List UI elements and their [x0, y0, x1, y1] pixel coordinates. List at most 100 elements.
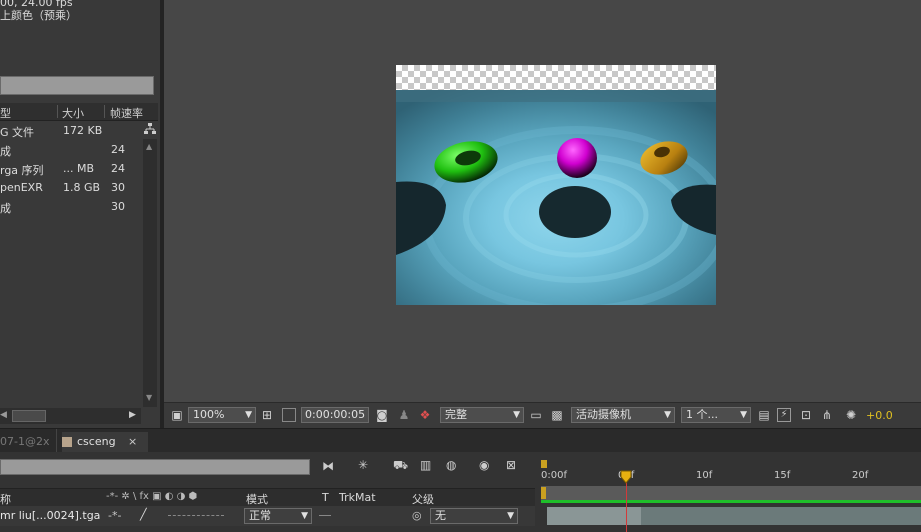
- motion-blur-icon[interactable]: ◍: [446, 458, 466, 474]
- layer-row[interactable]: mr liu[...0024].tga -*- ╱ 正常 ▼ ◎ 无 ▼: [0, 506, 535, 526]
- column-parent[interactable]: 父级: [412, 491, 434, 507]
- tab-previous-comp[interactable]: 07-1@2x: [0, 432, 49, 452]
- column-divider[interactable]: [57, 105, 58, 118]
- timeline-icon[interactable]: ⊡: [799, 408, 813, 422]
- project-info: 00, 24.00 fps 上颜色（预乘）: [0, 0, 77, 22]
- project-item[interactable]: penEXR 1.8 GB 30: [0, 178, 141, 197]
- brainstorm-icon[interactable]: ⊠: [506, 458, 526, 474]
- switch-placeholders[interactable]: [168, 515, 224, 517]
- item-type: 成: [0, 202, 11, 215]
- draft-3d-icon[interactable]: ✳: [358, 458, 378, 474]
- pickwhip-icon[interactable]: ◎: [412, 509, 422, 522]
- project-item[interactable]: 成 24: [0, 140, 141, 159]
- item-type: G 文件: [0, 126, 35, 139]
- comp-mini-flowchart-icon[interactable]: ⧓: [322, 459, 346, 475]
- scroll-thumb[interactable]: [12, 410, 46, 422]
- column-trkmat[interactable]: TrkMat: [339, 491, 376, 504]
- column-fps[interactable]: 帧速率: [110, 105, 143, 121]
- column-size[interactable]: 大小: [62, 105, 84, 121]
- column-mode[interactable]: 模式: [246, 491, 268, 507]
- views-dropdown[interactable]: 1 个... ▼: [681, 407, 751, 423]
- flowchart-icon[interactable]: ⋔: [820, 408, 834, 422]
- zoom-value: 100%: [193, 408, 225, 421]
- composition-frame[interactable]: [396, 65, 716, 305]
- cache-indicator: [541, 500, 921, 503]
- scroll-down-icon[interactable]: ▼: [146, 393, 152, 402]
- resolution-value: 完整: [445, 408, 467, 421]
- flowchart-icon[interactable]: [143, 122, 157, 136]
- item-fps: 24: [111, 162, 125, 175]
- layer-name[interactable]: mr liu[...0024].tga: [0, 509, 100, 522]
- item-fps: 30: [111, 200, 125, 213]
- grid-icon[interactable]: ▤: [757, 408, 771, 422]
- safe-zones-icon[interactable]: ⊞: [260, 408, 274, 422]
- project-item[interactable]: rga 序列 ... MB 24: [0, 159, 141, 178]
- fast-previews-icon[interactable]: ▭: [529, 408, 543, 422]
- exposure-value[interactable]: +0.0: [866, 409, 893, 422]
- project-item[interactable]: G 文件 172 KB: [0, 121, 141, 140]
- reset-exposure-icon[interactable]: ✺: [844, 408, 858, 422]
- comp-color-swatch: [62, 437, 72, 447]
- layer-search-input[interactable]: [0, 459, 310, 475]
- project-info-line2: 上颜色（预乘）: [0, 9, 77, 22]
- work-area-handle[interactable]: [541, 487, 546, 499]
- always-preview-icon[interactable]: ▣: [170, 408, 184, 422]
- graph-editor-icon[interactable]: ◉: [479, 458, 499, 474]
- snapshot-icon[interactable]: ◙: [375, 408, 389, 422]
- region-of-interest-icon[interactable]: [282, 408, 296, 422]
- render-preview: [396, 90, 716, 305]
- scroll-left-icon[interactable]: ◀: [0, 410, 7, 420]
- transparency-grid-icon[interactable]: ▩: [550, 408, 564, 422]
- close-icon[interactable]: ×: [128, 432, 137, 452]
- ruler-label: 10f: [696, 470, 713, 481]
- time-ruler[interactable]: 0:00f 05f 10f 15f 20f: [541, 460, 921, 486]
- timeline-tab-bar: 07-1@2x csceng ×: [0, 428, 921, 453]
- item-fps: 30: [111, 181, 125, 194]
- scroll-up-icon[interactable]: ▲: [146, 142, 152, 151]
- show-snapshot-icon[interactable]: ♟: [397, 408, 411, 422]
- work-area-start-handle[interactable]: [541, 460, 547, 468]
- vertical-scrollbar[interactable]: ▲ ▼: [143, 139, 157, 407]
- timecode: 0:00:00:05: [305, 408, 366, 421]
- transparency-grid: [396, 65, 716, 90]
- shy-layers-icon[interactable]: ⛟: [393, 458, 413, 474]
- horizontal-scrollbar[interactable]: ◀ ▶: [0, 408, 141, 424]
- current-time-field[interactable]: 0:00:00:05: [301, 407, 369, 423]
- frame-blending-icon[interactable]: ▥: [420, 458, 440, 474]
- ruler-label: 0:00f: [541, 470, 567, 481]
- column-switches[interactable]: -*- ✲ \ fx ▣ ◐ ◑ ⬢: [106, 491, 197, 502]
- project-info-line1: 00, 24.00 fps: [0, 0, 73, 9]
- timeline-panel: ⧓ ✳ ⛟ ▥ ◍ ◉ ⊠ 称 -*- ✲ \ fx ▣ ◐ ◑ ⬢ 模式 T …: [0, 452, 921, 532]
- viewer-toolbar: ▣ 100% ▼ ⊞ 0:00:00:05 ◙ ♟ ❖ 完整 ▼ ▭ ▩ 活动摄像机…: [164, 402, 921, 429]
- parent-dropdown[interactable]: 无 ▼: [430, 508, 518, 524]
- project-item[interactable]: 成 30: [0, 197, 141, 216]
- item-size: ... MB: [63, 162, 95, 175]
- column-t[interactable]: T: [322, 491, 329, 504]
- item-type: rga 序列: [0, 164, 44, 177]
- resolution-dropdown[interactable]: 完整 ▼: [440, 407, 524, 423]
- camera-dropdown[interactable]: 活动摄像机 ▼: [571, 407, 675, 423]
- scroll-right-icon[interactable]: ▶: [129, 410, 136, 420]
- channels-icon[interactable]: ❖: [418, 408, 432, 422]
- blend-mode-value: 正常: [249, 509, 271, 522]
- tab-label: csceng: [77, 435, 116, 448]
- zoom-dropdown[interactable]: 100% ▼: [188, 407, 256, 423]
- views-value: 1 个...: [686, 408, 718, 421]
- parent-value: 无: [435, 509, 446, 522]
- column-source-name[interactable]: 称: [0, 491, 11, 507]
- shy-switch-icon[interactable]: -*-: [108, 509, 121, 522]
- tab-csceng[interactable]: csceng ×: [62, 432, 148, 452]
- chevron-down-icon: ▼: [507, 511, 514, 521]
- trkmat-placeholder[interactable]: [319, 515, 331, 517]
- playhead-icon[interactable]: [620, 470, 632, 484]
- blend-mode-dropdown[interactable]: 正常 ▼: [244, 508, 312, 524]
- pen-icon[interactable]: ╱: [140, 508, 147, 521]
- toggle-pixel-aspect-icon[interactable]: ⚡: [777, 408, 791, 422]
- column-type[interactable]: 型: [0, 105, 11, 121]
- item-type: penEXR: [0, 181, 43, 194]
- column-divider[interactable]: [104, 105, 105, 118]
- chevron-down-icon: ▼: [513, 410, 520, 420]
- chevron-down-icon: ▼: [740, 410, 747, 420]
- work-area-bar[interactable]: [541, 486, 921, 500]
- project-search-input[interactable]: [0, 76, 154, 95]
